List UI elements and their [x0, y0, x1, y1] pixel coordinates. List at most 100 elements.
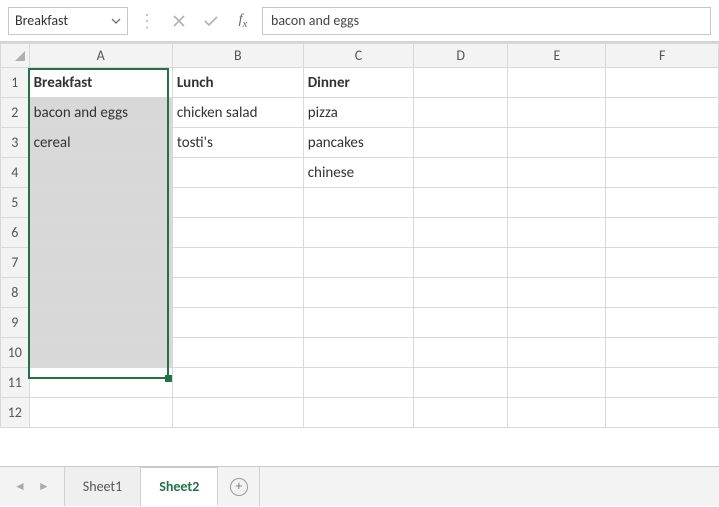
cell-D7[interactable] [414, 248, 508, 278]
cancel-button[interactable] [166, 8, 192, 34]
cell-C8[interactable] [303, 278, 413, 308]
cell-C11[interactable] [303, 368, 413, 398]
cell-A3[interactable]: cereal [29, 128, 172, 158]
cell-C4[interactable]: chinese [303, 158, 413, 188]
row-header-8[interactable]: 8 [1, 278, 30, 308]
cell-F6[interactable] [606, 218, 719, 248]
cell-E12[interactable] [508, 398, 606, 428]
cell-E3[interactable] [508, 128, 606, 158]
cell-B2[interactable]: chicken salad [172, 98, 303, 128]
cell-C9[interactable] [303, 308, 413, 338]
cell-E7[interactable] [508, 248, 606, 278]
cell-B8[interactable] [172, 278, 303, 308]
cell-F1[interactable] [606, 68, 719, 98]
spreadsheet-grid[interactable]: A B C D E F 1 Breakfast Lunch Dinner 2 b… [0, 42, 719, 466]
cell-F10[interactable] [606, 338, 719, 368]
row-header-12[interactable]: 12 [1, 398, 30, 428]
cell-D6[interactable] [414, 218, 508, 248]
sheet-tab-2[interactable]: Sheet2 [141, 467, 218, 507]
row-header-3[interactable]: 3 [1, 128, 30, 158]
cell-F9[interactable] [606, 308, 719, 338]
row-header-5[interactable]: 5 [1, 188, 30, 218]
name-box[interactable]: Breakfast [8, 7, 128, 35]
new-sheet-button[interactable]: + [218, 467, 260, 506]
row-header-4[interactable]: 4 [1, 158, 30, 188]
col-header-C[interactable]: C [303, 44, 413, 68]
row-header-6[interactable]: 6 [1, 218, 30, 248]
cell-B9[interactable] [172, 308, 303, 338]
cell-E6[interactable] [508, 218, 606, 248]
cell-D3[interactable] [414, 128, 508, 158]
col-header-F[interactable]: F [606, 44, 719, 68]
enter-button[interactable] [198, 8, 224, 34]
cell-A5[interactable] [29, 188, 172, 218]
row-header-9[interactable]: 9 [1, 308, 30, 338]
cell-A11[interactable] [29, 368, 172, 398]
cell-F11[interactable] [606, 368, 719, 398]
cell-B5[interactable] [172, 188, 303, 218]
row-header-11[interactable]: 11 [1, 368, 30, 398]
cell-A4[interactable] [29, 158, 172, 188]
cell-A12[interactable] [29, 398, 172, 428]
cell-C3[interactable]: pancakes [303, 128, 413, 158]
row-header-2[interactable]: 2 [1, 98, 30, 128]
row-header-7[interactable]: 7 [1, 248, 30, 278]
cell-D10[interactable] [414, 338, 508, 368]
cell-E11[interactable] [508, 368, 606, 398]
cell-D4[interactable] [414, 158, 508, 188]
cell-B10[interactable] [172, 338, 303, 368]
cell-F7[interactable] [606, 248, 719, 278]
sheet-tab-1[interactable]: Sheet1 [65, 467, 141, 506]
cell-F3[interactable] [606, 128, 719, 158]
cell-C5[interactable] [303, 188, 413, 218]
cell-B1[interactable]: Lunch [172, 68, 303, 98]
cell-D11[interactable] [414, 368, 508, 398]
cell-A10[interactable] [29, 338, 172, 368]
cell-E5[interactable] [508, 188, 606, 218]
col-header-A[interactable]: A [29, 44, 172, 68]
cell-D1[interactable] [414, 68, 508, 98]
formula-input[interactable]: bacon and eggs [262, 7, 711, 35]
cell-C6[interactable] [303, 218, 413, 248]
cell-A9[interactable] [29, 308, 172, 338]
cell-C2[interactable]: pizza [303, 98, 413, 128]
row-header-1[interactable]: 1 [1, 68, 30, 98]
cell-A8[interactable] [29, 278, 172, 308]
cell-E10[interactable] [508, 338, 606, 368]
cell-E1[interactable] [508, 68, 606, 98]
cell-B3[interactable]: tosti's [172, 128, 303, 158]
cell-F12[interactable] [606, 398, 719, 428]
col-header-E[interactable]: E [508, 44, 606, 68]
cell-E2[interactable] [508, 98, 606, 128]
insert-function-button[interactable]: fx [230, 8, 256, 34]
cell-B7[interactable] [172, 248, 303, 278]
tab-next-button[interactable]: ► [38, 479, 50, 494]
cell-A7[interactable] [29, 248, 172, 278]
cell-E4[interactable] [508, 158, 606, 188]
cell-A2[interactable]: bacon and eggs [29, 98, 172, 128]
cell-D8[interactable] [414, 278, 508, 308]
col-header-D[interactable]: D [414, 44, 508, 68]
cell-C7[interactable] [303, 248, 413, 278]
cell-F8[interactable] [606, 278, 719, 308]
col-header-B[interactable]: B [172, 44, 303, 68]
cell-B12[interactable] [172, 398, 303, 428]
cell-F5[interactable] [606, 188, 719, 218]
cell-A6[interactable] [29, 218, 172, 248]
cell-D2[interactable] [414, 98, 508, 128]
select-all-corner[interactable] [1, 44, 30, 68]
cell-A1[interactable]: Breakfast [29, 68, 172, 98]
cell-D5[interactable] [414, 188, 508, 218]
cell-C10[interactable] [303, 338, 413, 368]
row-header-10[interactable]: 10 [1, 338, 30, 368]
cell-C12[interactable] [303, 398, 413, 428]
cell-E8[interactable] [508, 278, 606, 308]
cell-C1[interactable]: Dinner [303, 68, 413, 98]
cell-B6[interactable] [172, 218, 303, 248]
cell-F2[interactable] [606, 98, 719, 128]
cell-E9[interactable] [508, 308, 606, 338]
tab-prev-button[interactable]: ◄ [14, 479, 26, 494]
cell-D12[interactable] [414, 398, 508, 428]
cell-B4[interactable] [172, 158, 303, 188]
cell-B11[interactable] [172, 368, 303, 398]
